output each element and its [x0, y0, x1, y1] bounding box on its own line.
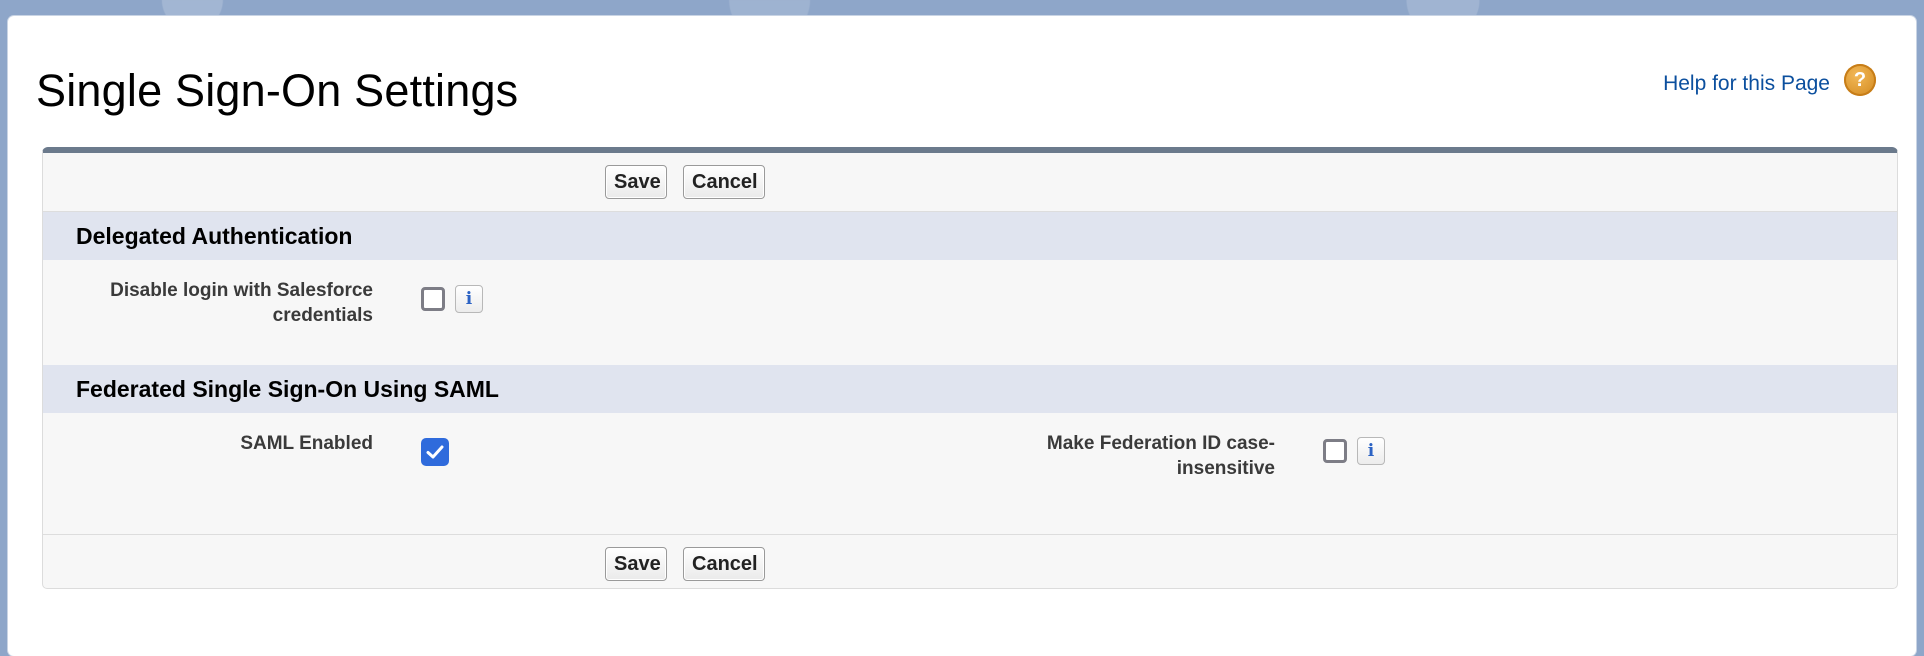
disable-login-label: Disable login with Salesforce credential…: [43, 278, 373, 328]
saml-enabled-checkbox[interactable]: [421, 438, 449, 466]
saml-enabled-label: SAML Enabled: [240, 433, 373, 454]
federation-case-label: Make Federation ID case- insensitive: [923, 431, 1275, 481]
disable-login-info-icon[interactable]: i: [455, 285, 483, 313]
federation-case-info-icon[interactable]: i: [1357, 437, 1385, 465]
cancel-button-bottom[interactable]: Cancel: [683, 547, 765, 581]
disable-login-checkbox[interactable]: [421, 287, 445, 311]
section-header-federated-saml: Federated Single Sign-On Using SAML: [43, 365, 1897, 413]
page-title: Single Sign-On Settings: [36, 65, 519, 116]
federation-case-label-line1: Make Federation ID case-: [1046, 433, 1275, 454]
bottom-button-row: Save Cancel: [43, 534, 1897, 593]
disable-login-label-line1: Disable login with Salesforce: [110, 280, 373, 301]
checkmark-icon: [426, 445, 444, 459]
save-button-top[interactable]: Save: [605, 165, 667, 199]
page-card: Single Sign-On Settings Help for this Pa…: [8, 16, 1916, 656]
cancel-button-top[interactable]: Cancel: [683, 165, 765, 199]
question-mark-icon[interactable]: ?: [1844, 64, 1876, 96]
federation-case-checkbox[interactable]: [1323, 439, 1347, 463]
save-button-bottom[interactable]: Save: [605, 547, 667, 581]
disable-login-label-line2: credentials: [272, 305, 373, 326]
top-button-row: Save Cancel: [43, 153, 1897, 212]
help-link[interactable]: Help for this Page: [1663, 72, 1830, 96]
federation-case-label-line2: insensitive: [1176, 458, 1275, 479]
section-header-delegated-authentication: Delegated Authentication: [43, 212, 1897, 260]
settings-panel: Save Cancel Delegated Authentication Dis…: [42, 147, 1898, 589]
